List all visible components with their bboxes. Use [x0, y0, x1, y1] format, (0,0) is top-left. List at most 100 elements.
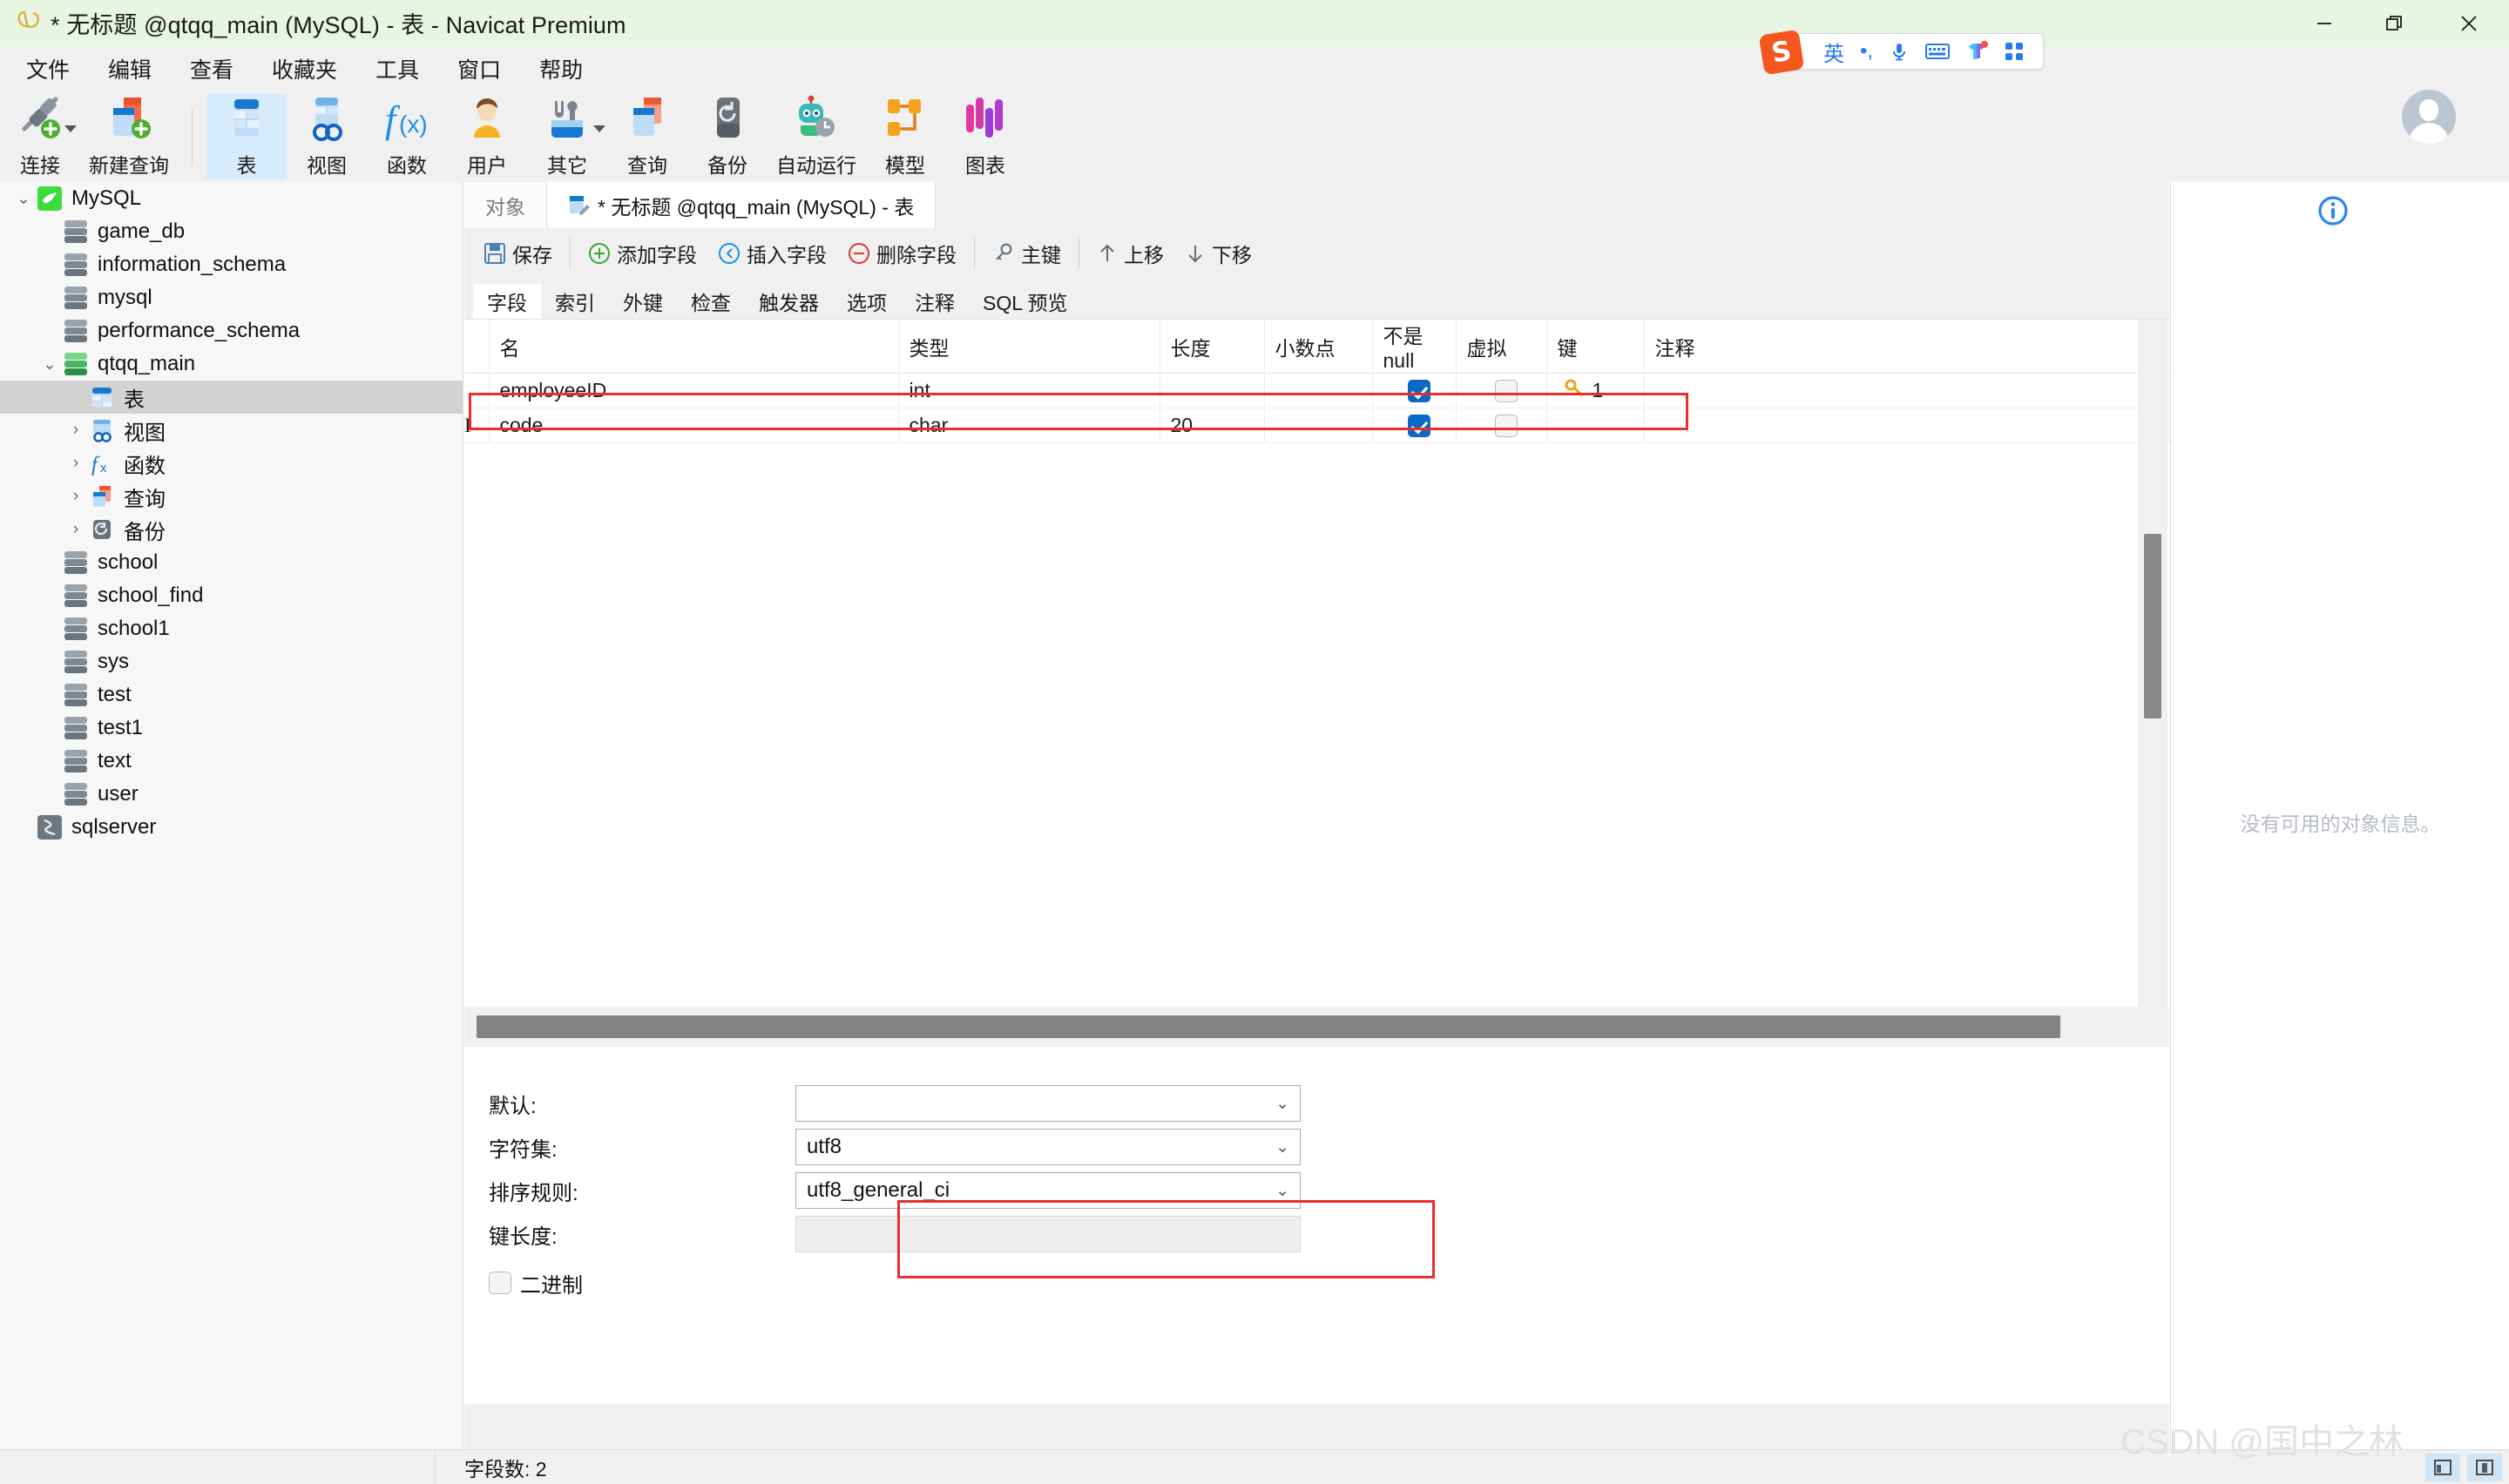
sogou-ime-logo-icon[interactable]: S [1758, 29, 1805, 76]
ime-apps-icon[interactable] [2004, 41, 2025, 62]
chevron-right-icon[interactable]: › [63, 421, 89, 440]
chevron-right-icon[interactable]: › [63, 454, 89, 473]
cell-field-decimals[interactable] [1264, 408, 1373, 443]
tree-item-test1[interactable]: test1 [0, 712, 463, 745]
ime-keyboard-icon[interactable] [1925, 42, 1951, 61]
grid-vertical-scrollbar-thumb[interactable] [2144, 534, 2161, 718]
cell-not-null-checkbox[interactable] [1372, 408, 1457, 443]
tree-item-text[interactable]: text [0, 745, 463, 778]
tree-item--[interactable]: › f x 函数 [0, 447, 463, 480]
grid-horizontal-scrollbar[interactable] [464, 1007, 2169, 1047]
toolbar-function-button[interactable]: f (x) 函数 [367, 94, 447, 179]
tree-item-performance_schema[interactable]: performance_schema [0, 314, 463, 347]
menu-item-help[interactable]: 帮助 [520, 46, 602, 91]
subtab-comment[interactable]: 注释 [901, 284, 969, 319]
form-view-button[interactable] [2467, 1453, 2502, 1481]
tree-item-qtqq_main[interactable]: ⌄ qtqq_main [0, 347, 463, 381]
fields-grid[interactable]: 名 类型 长度 小数点 不是 null 虚拟 键 注释 employeeID in… [464, 319, 2169, 1008]
menu-item-view[interactable]: 查看 [171, 46, 253, 91]
chevron-down-icon[interactable]: ⌄ [1275, 1094, 1289, 1114]
grid-view-button[interactable] [2425, 1453, 2460, 1481]
tree-item-sqlserver[interactable]: sqlserver [0, 811, 463, 844]
grid-header-name[interactable]: 名 [489, 320, 899, 374]
cell-field-name[interactable]: employeeID [489, 373, 899, 408]
tab-table-designer[interactable]: * 无标题 @qtqq_main (MySQL) - 表 [547, 182, 937, 228]
cell-field-decimals[interactable] [1264, 373, 1373, 408]
grid-header-length[interactable]: 长度 [1160, 320, 1265, 374]
not-null-checkbox[interactable] [1408, 415, 1430, 438]
chevron-down-icon[interactable]: ⌄ [1275, 1137, 1289, 1157]
tree-item-school[interactable]: school [0, 546, 463, 579]
menu-item-window[interactable]: 窗口 [438, 46, 520, 91]
chevron-down-icon[interactable]: ⌄ [1275, 1181, 1289, 1201]
tree-item--[interactable]: 表 [0, 381, 463, 414]
tree-item--[interactable]: › 视图 [0, 414, 463, 447]
chevron-right-icon[interactable]: › [63, 520, 89, 539]
chevron-down-icon[interactable]: ⌄ [37, 354, 63, 374]
insert-field-button[interactable]: 插入字段 [707, 234, 837, 273]
subtab-triggers[interactable]: 触发器 [745, 284, 833, 319]
virtual-checkbox[interactable] [1495, 380, 1518, 403]
others-dropdown-caret-icon[interactable] [593, 125, 605, 132]
grid-header-not-null[interactable]: 不是 null [1372, 320, 1457, 374]
menu-item-edit[interactable]: 编辑 [89, 46, 171, 91]
grid-header-decimals[interactable]: 小数点 [1264, 320, 1373, 374]
subtab-indexes[interactable]: 索引 [541, 284, 609, 319]
chevron-right-icon[interactable]: › [63, 487, 89, 506]
chevron-down-icon[interactable]: ⌄ [10, 189, 37, 209]
minimize-button[interactable] [2289, 0, 2359, 46]
subtab-fields[interactable]: 字段 [473, 284, 541, 319]
subtab-options[interactable]: 选项 [833, 284, 901, 319]
default-value-combobox[interactable]: ⌄ [795, 1085, 1301, 1122]
cell-key[interactable] [1546, 408, 1645, 443]
cell-field-type[interactable]: char [898, 408, 1160, 443]
toolbar-view-button[interactable]: 视图 [287, 94, 367, 179]
move-down-button[interactable]: 下移 [1174, 234, 1262, 273]
tree-item-game_db[interactable]: game_db [0, 215, 463, 248]
binary-checkbox-row[interactable]: 二进制 [464, 1261, 2169, 1305]
cell-not-null-checkbox[interactable] [1372, 373, 1457, 408]
tree-item-mysql[interactable]: mysql [0, 281, 463, 314]
cell-field-length[interactable]: 20 [1160, 408, 1265, 443]
info-circle-icon[interactable] [2317, 195, 2349, 231]
menu-item-tools[interactable]: 工具 [356, 46, 438, 91]
grid-header-type[interactable]: 类型 [898, 320, 1160, 374]
subtab-checks[interactable]: 检查 [677, 284, 745, 319]
close-button[interactable] [2429, 0, 2509, 46]
tree-item-mysql[interactable]: ⌄ MySQL [0, 182, 463, 215]
grid-vertical-scrollbar[interactable] [2138, 320, 2167, 1008]
toolbar-user-button[interactable]: 用户 [447, 94, 527, 179]
maximize-restore-button[interactable] [2359, 0, 2429, 46]
tree-item-test[interactable]: test [0, 678, 463, 712]
toolbar-model-button[interactable]: 模型 [865, 94, 945, 179]
tree-item--[interactable]: › 查询 [0, 480, 463, 513]
cell-field-name[interactable]: code [489, 408, 899, 443]
toolbar-connection-button[interactable]: 连接 [0, 94, 80, 179]
cell-key[interactable]: 1 [1546, 373, 1645, 408]
primary-key-button[interactable]: 主键 [982, 234, 1072, 273]
table-row[interactable]: employeeID int 1 [464, 373, 2169, 408]
not-null-checkbox[interactable] [1408, 380, 1430, 403]
cell-virtual-checkbox[interactable] [1456, 373, 1547, 408]
cell-field-type[interactable]: int [898, 373, 1160, 408]
grid-header-key[interactable]: 键 [1546, 320, 1645, 374]
tree-item-user[interactable]: user [0, 778, 463, 811]
tree-item-information_schema[interactable]: information_schema [0, 248, 463, 281]
binary-checkbox[interactable] [489, 1272, 511, 1294]
cell-field-length[interactable] [1160, 373, 1265, 408]
toolbar-backup-button[interactable]: 备份 [687, 94, 768, 179]
avatar[interactable] [2402, 90, 2456, 144]
tree-item-sys[interactable]: sys [0, 645, 463, 678]
add-field-button[interactable]: 添加字段 [578, 234, 707, 273]
menu-item-favorites[interactable]: 收藏夹 [253, 46, 356, 91]
cell-virtual-checkbox[interactable] [1456, 408, 1547, 443]
ime-mode-label[interactable]: 英 [1823, 37, 1844, 67]
ime-toolbar[interactable]: S 英 •, [1758, 29, 2045, 76]
toolbar-automation-button[interactable]: 自动运行 [768, 94, 865, 179]
delete-field-button[interactable]: 删除字段 [837, 234, 967, 273]
grid-horizontal-scrollbar-thumb[interactable] [477, 1015, 2060, 1038]
menu-item-file[interactable]: 文件 [7, 46, 89, 91]
grid-header-comment[interactable]: 注释 [1644, 320, 2169, 374]
toolbar-others-button[interactable]: 其它 [527, 94, 607, 179]
charset-combobox[interactable]: utf8 ⌄ [795, 1129, 1301, 1165]
